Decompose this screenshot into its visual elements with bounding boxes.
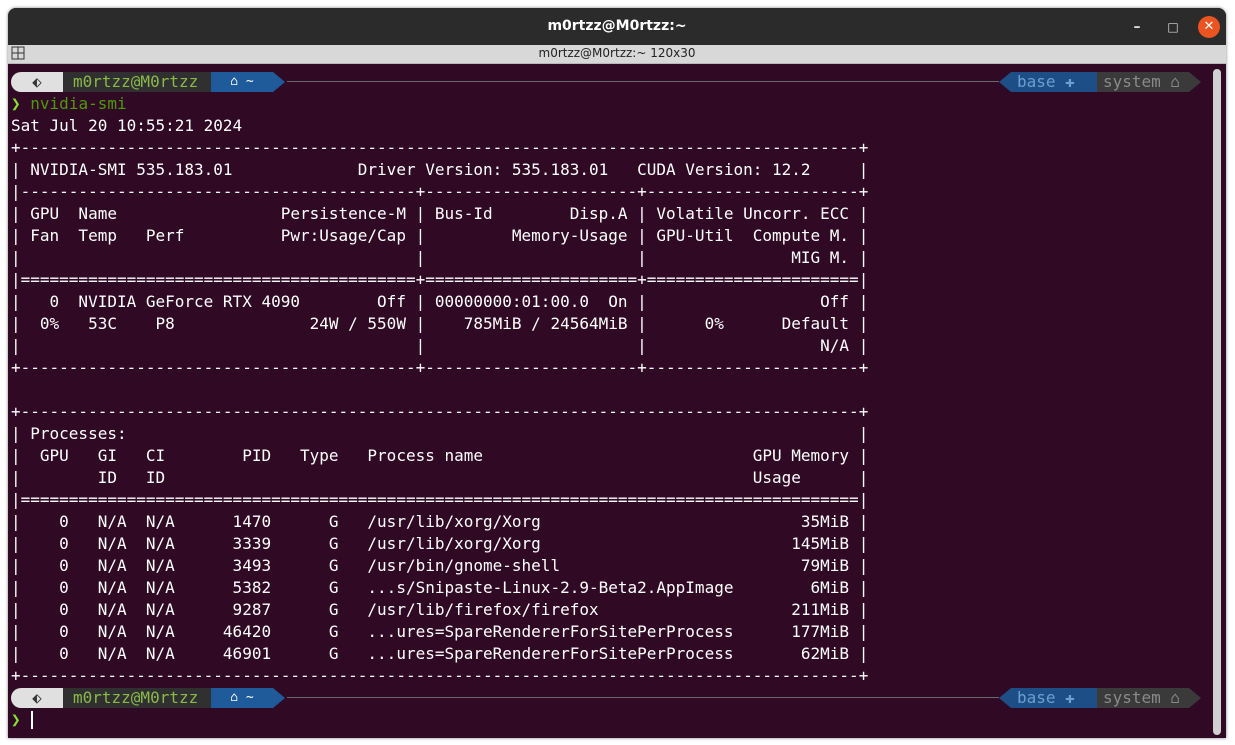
os-logo-icon: ⬖ (11, 72, 63, 92)
output-line: | 0 N/A N/A 1470 G /usr/lib/xorg/Xorg 35… (11, 512, 869, 531)
prompt-separator (1189, 72, 1201, 92)
output-line: | 0% 53C P8 24W / 550W | 785MiB / 24564M… (11, 314, 869, 333)
prompt-chevron: ❯ (11, 94, 21, 113)
output-line: | NVIDIA-SMI 535.183.01 Driver Version: … (11, 160, 869, 179)
system-icon: system ⌂ (1097, 72, 1189, 92)
home-icon: ⌂ ~ (211, 72, 273, 92)
output-line: +---------------------------------------… (11, 666, 869, 685)
prompt-line: ⬖ m0rtzz@M0rtzz ⌂ ~ base ✚ system ⌂ (11, 687, 1209, 709)
os-logo-icon: ⬖ (11, 688, 63, 708)
prompt-separator (273, 72, 285, 92)
output-line: | 0 N/A N/A 5382 G ...s/Snipaste-Linux-2… (11, 578, 869, 597)
output-line: Sat Jul 20 10:55:21 2024 (11, 116, 243, 135)
maximize-icon[interactable]: □ (1162, 16, 1184, 38)
text-cursor (31, 711, 33, 729)
conda-icon: base ✚ (1011, 688, 1097, 708)
terminal-window: m0rtzz@M0rtzz:~ – □ ✕ m0rtzz@M0rtzz:~ 12… (8, 8, 1226, 738)
minimize-icon[interactable]: – (1126, 16, 1148, 38)
prompt-rule (287, 697, 999, 698)
output-line: +---------------------------------------… (11, 358, 869, 377)
prompt-separator (999, 688, 1011, 708)
terminal-subtitle: m0rtzz@M0rtzz:~ 120x30 (538, 46, 696, 60)
prompt-user-host: m0rtzz@M0rtzz (63, 72, 211, 92)
output-line: | 0 N/A N/A 3493 G /usr/bin/gnome-shell … (11, 556, 869, 575)
output-line: | | | N/A | (11, 336, 869, 355)
command-line: ❯ nvidia-smi (11, 93, 127, 115)
output-line: | | | MIG M. | (11, 248, 869, 267)
input-line[interactable]: ❯ (11, 709, 21, 731)
output-line: +---------------------------------------… (11, 402, 869, 421)
title-bar[interactable]: m0rtzz@M0rtzz:~ – □ ✕ (8, 8, 1226, 45)
prompt-separator (999, 72, 1011, 92)
terminal-header: m0rtzz@M0rtzz:~ 120x30 (8, 45, 1226, 64)
prompt-line: ⬖ m0rtzz@M0rtzz ⌂ ~ base ✚ system ⌂ (11, 71, 1209, 93)
output-line: | ID ID Usage | (11, 468, 869, 487)
system-icon: system ⌂ (1097, 688, 1189, 708)
output-line: |=======================================… (11, 490, 869, 509)
terminal-content[interactable]: ⬖ m0rtzz@M0rtzz ⌂ ~ base ✚ system ⌂ ❯ nv… (11, 63, 1209, 738)
conda-icon: base ✚ (1011, 72, 1097, 92)
output-line: | Processes: | (11, 424, 869, 443)
output-line: +---------------------------------------… (11, 138, 869, 157)
close-icon[interactable]: ✕ (1198, 16, 1220, 38)
output-line: | GPU GI CI PID Type Process name GPU Me… (11, 446, 869, 465)
output-line: | Fan Temp Perf Pwr:Usage/Cap | Memory-U… (11, 226, 869, 245)
output-line: | 0 N/A N/A 46420 G ...ures=SpareRendere… (11, 622, 869, 641)
scrollbar[interactable] (1213, 69, 1221, 735)
prompt-chevron: ❯ (11, 710, 21, 729)
command-text: nvidia-smi (30, 94, 127, 113)
output-line: | 0 N/A N/A 9287 G /usr/lib/firefox/fire… (11, 600, 869, 619)
output-line: |---------------------------------------… (11, 182, 869, 201)
prompt-separator (273, 688, 285, 708)
home-icon: ⌂ ~ (211, 688, 273, 708)
output-line: |=======================================… (11, 270, 869, 289)
output-line: | GPU Name Persistence-M | Bus-Id Disp.A… (11, 204, 869, 223)
window-title: m0rtzz@M0rtzz:~ (547, 18, 687, 34)
prompt-separator (1189, 688, 1201, 708)
prompt-user-host: m0rtzz@M0rtzz (63, 688, 211, 708)
output-line: | 0 N/A N/A 46901 G ...ures=SpareRendere… (11, 644, 869, 663)
output-line: | 0 N/A N/A 3339 G /usr/lib/xorg/Xorg 14… (11, 534, 869, 553)
prompt-rule (287, 81, 999, 82)
output-line: | 0 NVIDIA GeForce RTX 4090 Off | 000000… (11, 292, 869, 311)
